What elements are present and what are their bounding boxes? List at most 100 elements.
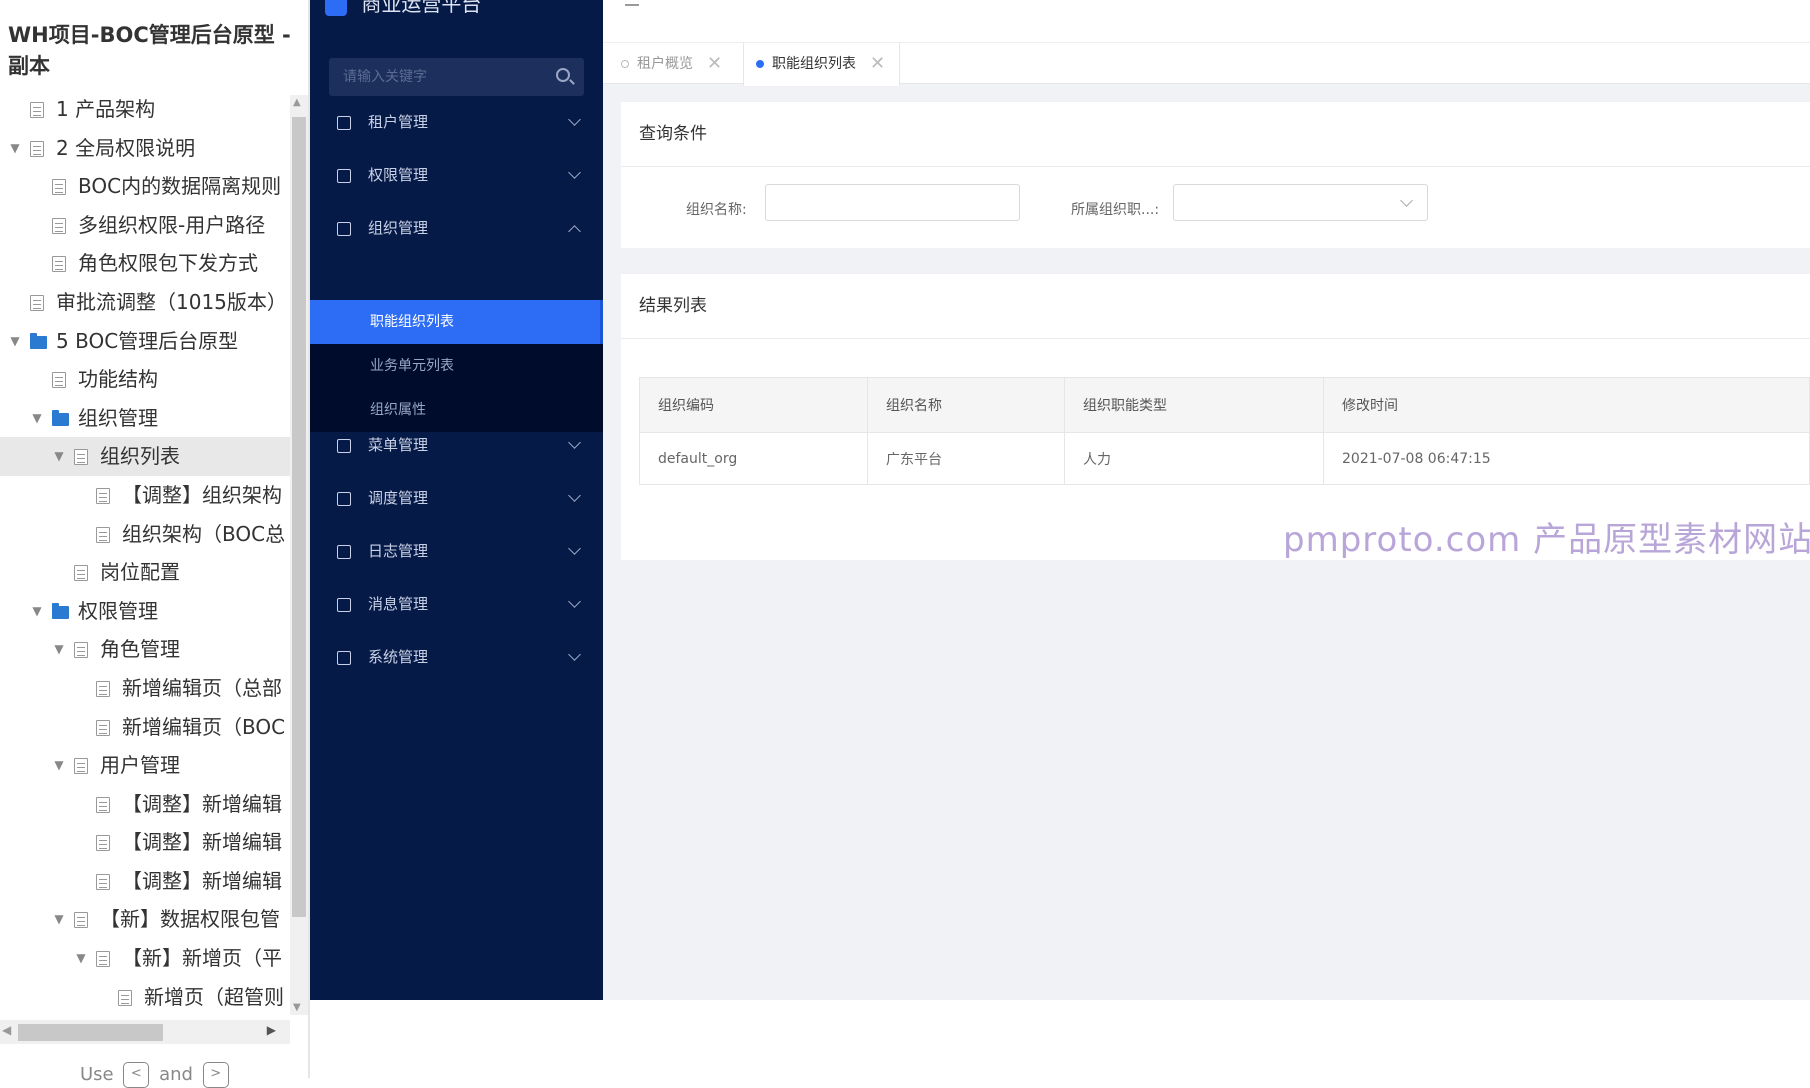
tree-item[interactable]: 【调整】新增编辑 (0, 862, 290, 901)
submenu-item[interactable]: 组织属性 (310, 388, 603, 432)
column-header[interactable]: 修改时间 (1323, 377, 1810, 433)
column-header[interactable]: 组织编码 (639, 377, 868, 433)
main-content: 租户概览 ✕ 职能组织列表 ✕ 查询条件 组织名称: 所属组织职...: 结果列表 … (603, 0, 1810, 1000)
tree-item[interactable]: 新增页（超管则 (0, 978, 290, 1017)
table-cell: 人力 (1064, 432, 1324, 485)
tree-item-label: 【调整】新增编辑 (122, 868, 282, 893)
hint-use: Use (80, 1064, 114, 1085)
close-icon[interactable]: ✕ (870, 43, 885, 85)
project-title: WH项目-BOC管理后台原型 - 副本 (8, 23, 291, 78)
sidebar-item-org[interactable]: 组织管理 (310, 197, 603, 259)
collapse-menu-icon[interactable] (625, 4, 639, 6)
expand-caret-icon[interactable]: ▼ (8, 322, 22, 361)
column-header[interactable]: 组织名称 (867, 377, 1065, 433)
submenu-item[interactable]: 职能组织列表 (310, 300, 603, 344)
tree-item-label: 1 产品架构 (56, 97, 156, 121)
tree-item[interactable]: 【调整】新增编辑 (0, 823, 290, 862)
table-row[interactable]: default_org 广东平台 人力 2021-07-08 06:47:15 (639, 432, 1810, 485)
chevron-down-icon (1400, 194, 1413, 207)
tab-functional-org-list[interactable]: 职能组织列表 ✕ (743, 43, 901, 86)
tree-item[interactable]: 功能结构 (0, 360, 290, 399)
chevron-up-icon (568, 225, 581, 238)
tree-item[interactable]: 【调整】新增编辑 (0, 785, 290, 824)
submenu-item[interactable]: 业务单元列表 (310, 344, 603, 388)
chevron-down-icon (568, 166, 581, 179)
query-card: 查询条件 组织名称: 所属组织职...: (621, 102, 1810, 248)
schedule-icon (337, 492, 351, 506)
tree-item[interactable]: ▼ 权限管理 (0, 592, 290, 631)
tree-item[interactable]: 【调整】组织架构 (0, 476, 290, 515)
org-icon (337, 222, 351, 236)
tree-vertical-scrollbar[interactable]: ▲ ▼ (290, 95, 308, 1015)
expand-caret-icon[interactable]: ▼ (52, 900, 66, 939)
page-icon (52, 372, 66, 389)
tree-item[interactable]: ▼ 【新】数据权限包管 (0, 900, 290, 939)
page-icon (52, 256, 66, 273)
tree-item-label: 新增编辑页（总部 (122, 675, 282, 700)
tree-item[interactable]: ▼ 【新】新增页（平 (0, 939, 290, 978)
expand-caret-icon[interactable]: ▼ (30, 592, 44, 631)
close-icon[interactable]: ✕ (707, 43, 722, 85)
scrollbar-thumb[interactable] (292, 117, 306, 917)
tree-item-label: BOC内的数据隔离规则 (78, 174, 282, 199)
page-icon (74, 912, 88, 929)
table-cell: 2021-07-08 06:47:15 (1323, 432, 1810, 485)
tree-item[interactable]: ▼ 角色管理 (0, 630, 290, 669)
tree-item-label: 组织架构（BOC总 (122, 521, 286, 546)
menu-manage-icon (337, 439, 351, 453)
chevron-down-icon (568, 542, 581, 555)
tree-item[interactable]: 组织架构（BOC总 (0, 515, 290, 554)
org-name-input[interactable] (765, 184, 1020, 221)
tree-item[interactable]: 1 产品架构 (0, 90, 290, 129)
tree-item[interactable]: 岗位配置 (0, 553, 290, 592)
tree-item[interactable]: ▼ 组织列表 (0, 437, 290, 476)
org-type-select[interactable] (1173, 184, 1428, 221)
system-icon (337, 651, 351, 665)
expand-caret-icon[interactable]: ▼ (52, 437, 66, 476)
tree-item[interactable]: 新增编辑页（BOC (0, 708, 290, 747)
page-icon (74, 449, 88, 466)
tree-item[interactable]: 新增编辑页（总部 (0, 669, 290, 708)
tenant-icon (337, 116, 351, 130)
tree-item-label: 角色管理 (100, 637, 180, 662)
tree-item-label: 组织列表 (100, 444, 180, 469)
tree-item[interactable]: ▼ 用户管理 (0, 746, 290, 785)
scroll-right-icon[interactable]: ▶ (267, 1023, 276, 1037)
scroll-up-icon[interactable]: ▲ (293, 97, 301, 108)
tab-dot-icon (621, 60, 629, 68)
tab-tenant-overview[interactable]: 租户概览 ✕ (621, 43, 722, 85)
tree-item[interactable]: ▼ 5 BOC管理后台原型 (0, 322, 290, 361)
expand-caret-icon[interactable]: ▼ (74, 939, 88, 978)
chevron-down-icon (568, 489, 581, 502)
tree-item-label: 用户管理 (100, 753, 180, 778)
result-title: 结果列表 (639, 296, 707, 316)
tree-item[interactable]: ▼ 组织管理 (0, 399, 290, 438)
scrollbar-thumb[interactable] (18, 1024, 163, 1041)
query-title: 查询条件 (639, 124, 707, 144)
tree-item[interactable]: 审批流调整（1015版本） (0, 283, 290, 322)
scroll-down-icon[interactable]: ▼ (293, 1002, 301, 1013)
tree-item-label: 多组织权限-用户路径 (78, 212, 266, 237)
expand-caret-icon[interactable]: ▼ (52, 746, 66, 785)
tree-horizontal-scrollbar[interactable]: ◀ ▶ (0, 1020, 290, 1044)
expand-caret-icon[interactable]: ▼ (30, 399, 44, 438)
table-cell: default_org (639, 432, 868, 485)
tree-item[interactable]: BOC内的数据隔离规则 (0, 167, 290, 206)
expand-caret-icon[interactable]: ▼ (8, 129, 22, 168)
page-icon (30, 140, 44, 157)
org-submenu: 职能组织列表 业务单元列表 组织属性 (310, 300, 603, 432)
sidebar-item-system[interactable]: 系统管理 (310, 626, 603, 688)
search-icon[interactable] (556, 68, 570, 82)
tree-item[interactable]: 角色权限包下发方式 (0, 244, 290, 283)
chevron-down-icon (568, 648, 581, 661)
page-icon (74, 565, 88, 582)
column-header[interactable]: 组织职能类型 (1064, 377, 1324, 433)
tree-item[interactable]: ▼ 2 全局权限说明 (0, 129, 290, 168)
tree-item-label: 【调整】新增编辑 (122, 830, 282, 855)
expand-caret-icon[interactable]: ▼ (52, 630, 66, 669)
table-cell: 广东平台 (867, 432, 1065, 485)
org-type-label: 所属组织职...: (1071, 202, 1160, 218)
tree-item-label: 【调整】新增编辑 (122, 791, 282, 816)
tree-item[interactable]: 多组织权限-用户路径 (0, 206, 290, 245)
scroll-left-icon[interactable]: ◀ (2, 1023, 11, 1037)
